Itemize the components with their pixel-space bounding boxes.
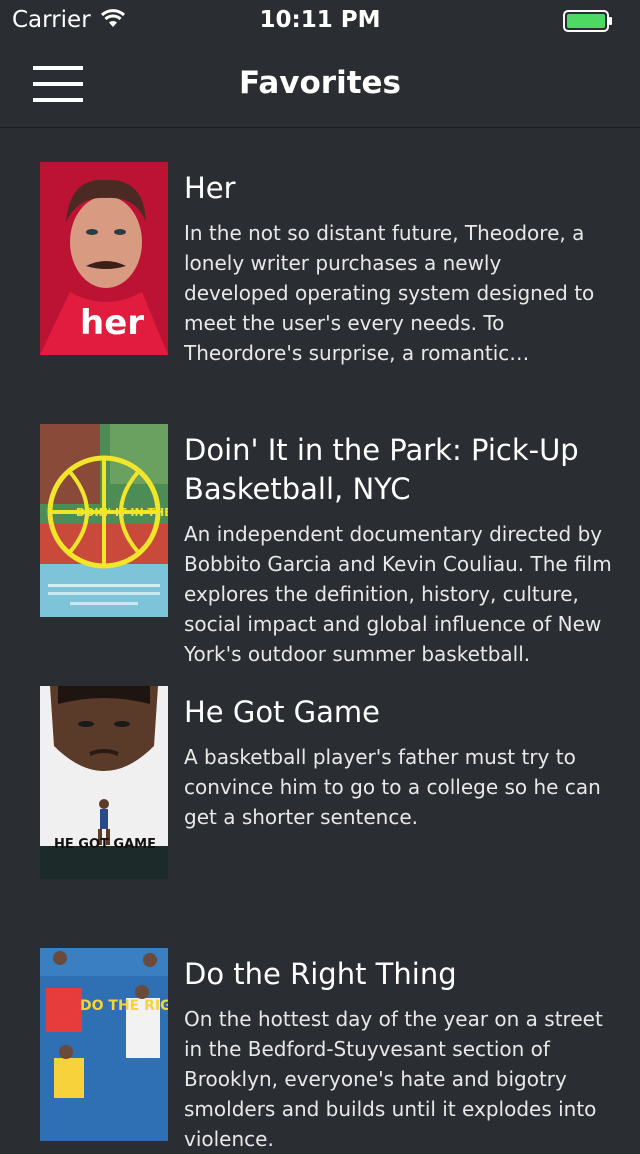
movie-title: Doin' It in the Park: Pick-Up Basketball… [184,433,579,506]
navigation-bar: Favorites [0,40,640,128]
movie-description: In the not so distant future, Theodore, … [184,221,595,365]
battery-icon [563,10,613,36]
movie-description: On the hottest day of the year on a stre… [184,1007,603,1151]
movie-poster: HE GOT GAME [40,686,168,879]
movie-poster: DO THE RIGHT THING [40,948,168,1141]
poster-logo: DO THE RIGHT THING [80,998,168,1014]
movie-poster: her [40,162,168,355]
movie-description: A basketball player's father must try to… [184,745,601,829]
status-time: 10:11 PM [259,7,381,33]
page-title: Favorites [239,65,401,101]
movie-title: He Got Game [184,695,381,729]
movie-title: Her [184,171,236,205]
poster-logo: HE GOT GAME [54,837,156,852]
status-bar: Carrier 10:11 PM [0,0,640,40]
movie-description: An independent documentary directed by B… [184,522,612,666]
poster-logo: her [80,303,144,343]
poster-logo: DOIN' IT IN THE PARK [76,506,168,519]
movie-title: Do the Right Thing [184,957,457,991]
movie-poster: DOIN' IT IN THE PARK [40,424,168,617]
